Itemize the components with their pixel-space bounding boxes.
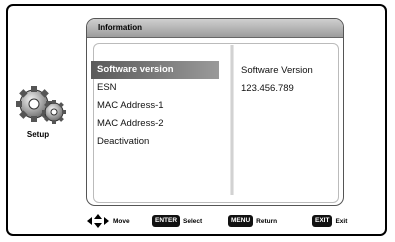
- menu-key: MENU: [228, 215, 254, 227]
- hint-move: Move: [86, 214, 130, 228]
- setup-label: Setup: [26, 130, 50, 139]
- menu-item-mac-address-2[interactable]: MAC Address-2: [91, 115, 219, 133]
- setup-gears-icon[interactable]: [14, 82, 74, 130]
- detail-title: Software Version: [241, 65, 313, 76]
- select-label: Select: [183, 217, 203, 225]
- footer-hints: Move ENTER Select MENU Return EXIT Exit: [86, 214, 376, 230]
- hint-return: MENU Return: [228, 214, 277, 228]
- exit-key: EXIT: [312, 215, 333, 227]
- menu-item-software-version[interactable]: Software version: [91, 61, 219, 79]
- enter-key: ENTER: [152, 215, 181, 227]
- hint-select: ENTER Select: [152, 214, 202, 228]
- panel-divider: [230, 45, 234, 195]
- information-panel: Information Software version ESN MAC Add…: [86, 18, 344, 206]
- move-label: Move: [113, 217, 130, 225]
- information-menu: Software version ESN MAC Address-1 MAC A…: [91, 61, 219, 151]
- hint-exit: EXIT Exit: [312, 214, 347, 228]
- menu-item-esn[interactable]: ESN: [91, 79, 219, 97]
- software-version-value: 123.456.789: [241, 83, 294, 94]
- panel-title: Information: [98, 23, 142, 32]
- menu-item-deactivation[interactable]: Deactivation: [91, 133, 219, 151]
- return-label: Return: [256, 217, 278, 225]
- exit-label: Exit: [335, 217, 348, 225]
- arrow-keys-icon: [86, 214, 110, 228]
- menu-item-mac-address-1[interactable]: MAC Address-1: [91, 97, 219, 115]
- panel-header: Information: [87, 19, 343, 38]
